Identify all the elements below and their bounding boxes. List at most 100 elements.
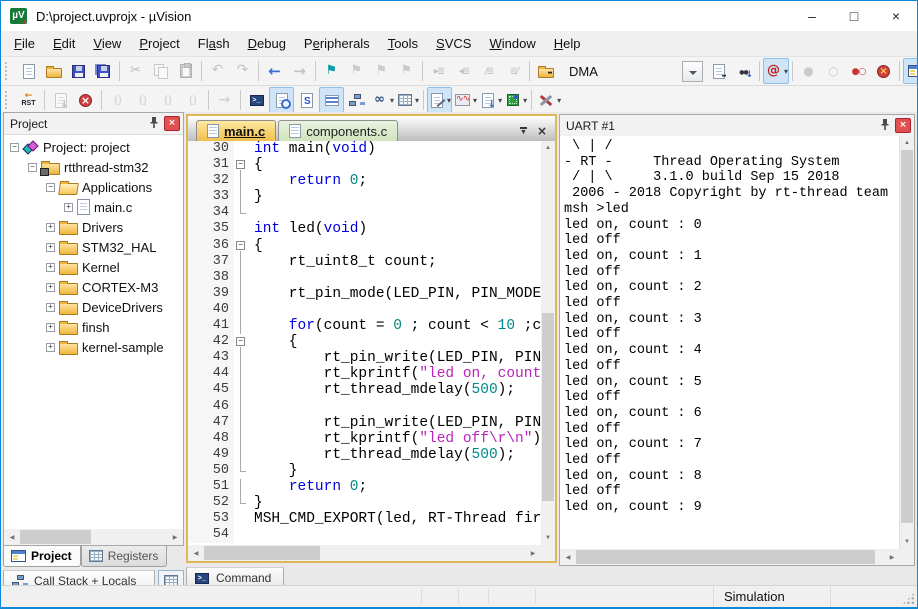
run-to-cursor-button[interactable] — [180, 87, 205, 113]
tree-item-stm32-hal[interactable]: +STM32_HAL — [4, 237, 183, 257]
editor-tab-components-c[interactable]: components.c — [278, 120, 398, 141]
tree-item-finsh[interactable]: +finsh — [4, 317, 183, 337]
fold-collapse-icon[interactable]: − — [236, 241, 245, 250]
dropdown-caret-icon[interactable]: ▾ — [390, 96, 394, 105]
find-in-files-folder-button[interactable] — [533, 58, 558, 84]
scroll-up-icon[interactable]: ▲ — [541, 141, 555, 155]
uart-output-area[interactable]: \ | / - RT - Thread Operating System / |… — [560, 136, 900, 549]
combo-dropdown-icon[interactable] — [682, 61, 703, 82]
tree-item-main-c[interactable]: +main.c — [4, 197, 183, 217]
disassembly-window-button[interactable] — [269, 87, 294, 113]
comment-selection-button[interactable] — [476, 58, 501, 84]
step-out-button[interactable] — [155, 87, 180, 113]
tree-expander-icon[interactable]: − — [28, 163, 37, 172]
clear-bookmarks-button[interactable] — [394, 58, 419, 84]
code-area[interactable]: 30int main(void)31−{32 return 0;33}3435i… — [188, 141, 541, 545]
tree-item-applications[interactable]: −Applications — [4, 177, 183, 197]
tree-expander-icon[interactable]: + — [46, 283, 55, 292]
incremental-find-button[interactable] — [731, 58, 756, 84]
scroll-thumb[interactable] — [542, 313, 554, 501]
analysis-windows-button[interactable]: ▾ — [452, 87, 478, 113]
step-into-button[interactable] — [105, 87, 130, 113]
menu-window[interactable]: Window — [480, 31, 544, 56]
tree-item-kernel[interactable]: +Kernel — [4, 257, 183, 277]
fold-collapse-icon[interactable]: − — [236, 160, 245, 169]
search-combo[interactable]: DMA — [561, 61, 703, 82]
previous-bookmark-button[interactable] — [369, 58, 394, 84]
scroll-down-icon[interactable]: ▼ — [900, 535, 914, 549]
dropdown-caret-icon[interactable]: ▾ — [784, 67, 788, 76]
tree-expander-icon[interactable]: + — [46, 323, 55, 332]
trace-windows-button[interactable]: ▾ — [478, 87, 503, 113]
pin-icon[interactable] — [877, 119, 892, 133]
scroll-track[interactable] — [204, 545, 525, 561]
dropdown-caret-icon[interactable]: ▾ — [473, 96, 477, 105]
reset-cpu-button[interactable] — [16, 87, 41, 113]
system-viewer-button[interactable]: ▾ — [503, 87, 528, 113]
scroll-left-icon[interactable]: ◀ — [188, 545, 204, 561]
scroll-right-icon[interactable]: ▶ — [167, 529, 183, 545]
dropdown-caret-icon[interactable]: ▾ — [523, 96, 527, 105]
cut-button[interactable] — [123, 58, 148, 84]
save-all-button[interactable] — [91, 58, 116, 84]
menu-debug[interactable]: Debug — [239, 31, 295, 56]
undo-button[interactable] — [205, 58, 230, 84]
dropdown-caret-icon[interactable]: ▾ — [557, 96, 561, 105]
tree-item-drivers[interactable]: +Drivers — [4, 217, 183, 237]
toolbar-grip[interactable] — [5, 91, 12, 109]
tree-expander-icon[interactable]: − — [10, 143, 19, 152]
scroll-track[interactable] — [900, 150, 914, 535]
tree-expander-icon[interactable]: − — [46, 183, 55, 192]
tab-project[interactable]: Project — [3, 546, 81, 567]
uncomment-selection-button[interactable] — [501, 58, 526, 84]
tree-expander-icon[interactable]: + — [64, 203, 73, 212]
close-button[interactable]: × — [875, 1, 917, 31]
tree-expander-icon[interactable]: + — [46, 263, 55, 272]
minimize-button[interactable]: – — [791, 1, 833, 31]
new-file-button[interactable] — [16, 58, 41, 84]
scroll-thumb[interactable] — [901, 150, 913, 523]
menu-help[interactable]: Help — [545, 31, 590, 56]
step-over-button[interactable] — [130, 87, 155, 113]
close-icon[interactable]: × — [895, 118, 911, 133]
tree-item-cortex-m3[interactable]: +CORTEX-M3 — [4, 277, 183, 297]
symbols-window-button[interactable] — [294, 87, 319, 113]
scroll-thumb[interactable] — [20, 530, 91, 544]
tree-item-devicedrivers[interactable]: +DeviceDrivers — [4, 297, 183, 317]
close-document-icon[interactable]: × — [537, 125, 547, 137]
serial-window-button[interactable] — [319, 87, 344, 113]
tree-item-rtthread-stm32[interactable]: −rtthread-stm32 — [4, 157, 183, 177]
pin-icon[interactable] — [146, 117, 161, 131]
tree-expander-icon[interactable]: + — [46, 223, 55, 232]
kill-all-breakpoints-button[interactable] — [871, 58, 896, 84]
indent-button[interactable] — [426, 58, 451, 84]
serial-windows-button[interactable]: ▾ — [427, 87, 452, 113]
stop-debug-session-button[interactable] — [73, 87, 98, 113]
editor-tab-main-c[interactable]: main.c — [196, 120, 276, 141]
scroll-left-icon[interactable]: ◀ — [4, 529, 20, 545]
navigate-forward-button[interactable] — [287, 58, 312, 84]
fold-column[interactable]: − — [234, 238, 248, 254]
insert-sequence-button[interactable] — [48, 87, 73, 113]
tree-expander-icon[interactable]: + — [46, 243, 55, 252]
outdent-button[interactable] — [451, 58, 476, 84]
fold-column[interactable]: − — [234, 334, 248, 350]
toggle-bookmark-button[interactable] — [319, 58, 344, 84]
fold-collapse-icon[interactable]: − — [236, 337, 245, 346]
menu-project[interactable]: Project — [130, 31, 188, 56]
scroll-right-icon[interactable]: ▶ — [525, 545, 541, 561]
tree-expander-icon[interactable]: + — [46, 343, 55, 352]
scroll-left-icon[interactable]: ◀ — [560, 549, 576, 565]
editor-vscrollbar[interactable]: ▲▼ — [541, 141, 555, 545]
redo-button[interactable] — [230, 58, 255, 84]
menu-tools[interactable]: Tools — [379, 31, 427, 56]
navigate-back-button[interactable] — [262, 58, 287, 84]
scroll-down-icon[interactable]: ▼ — [541, 531, 555, 545]
menu-file[interactable]: File — [5, 31, 44, 56]
scroll-thumb[interactable] — [204, 546, 320, 560]
command-window-button[interactable] — [244, 87, 269, 113]
next-bookmark-button[interactable] — [344, 58, 369, 84]
editor-hscrollbar[interactable]: ◀▶ — [188, 545, 541, 561]
debug-toolbar-tools-button[interactable]: ▾ — [535, 87, 562, 113]
insert-remove-breakpoint-button[interactable] — [796, 58, 821, 84]
